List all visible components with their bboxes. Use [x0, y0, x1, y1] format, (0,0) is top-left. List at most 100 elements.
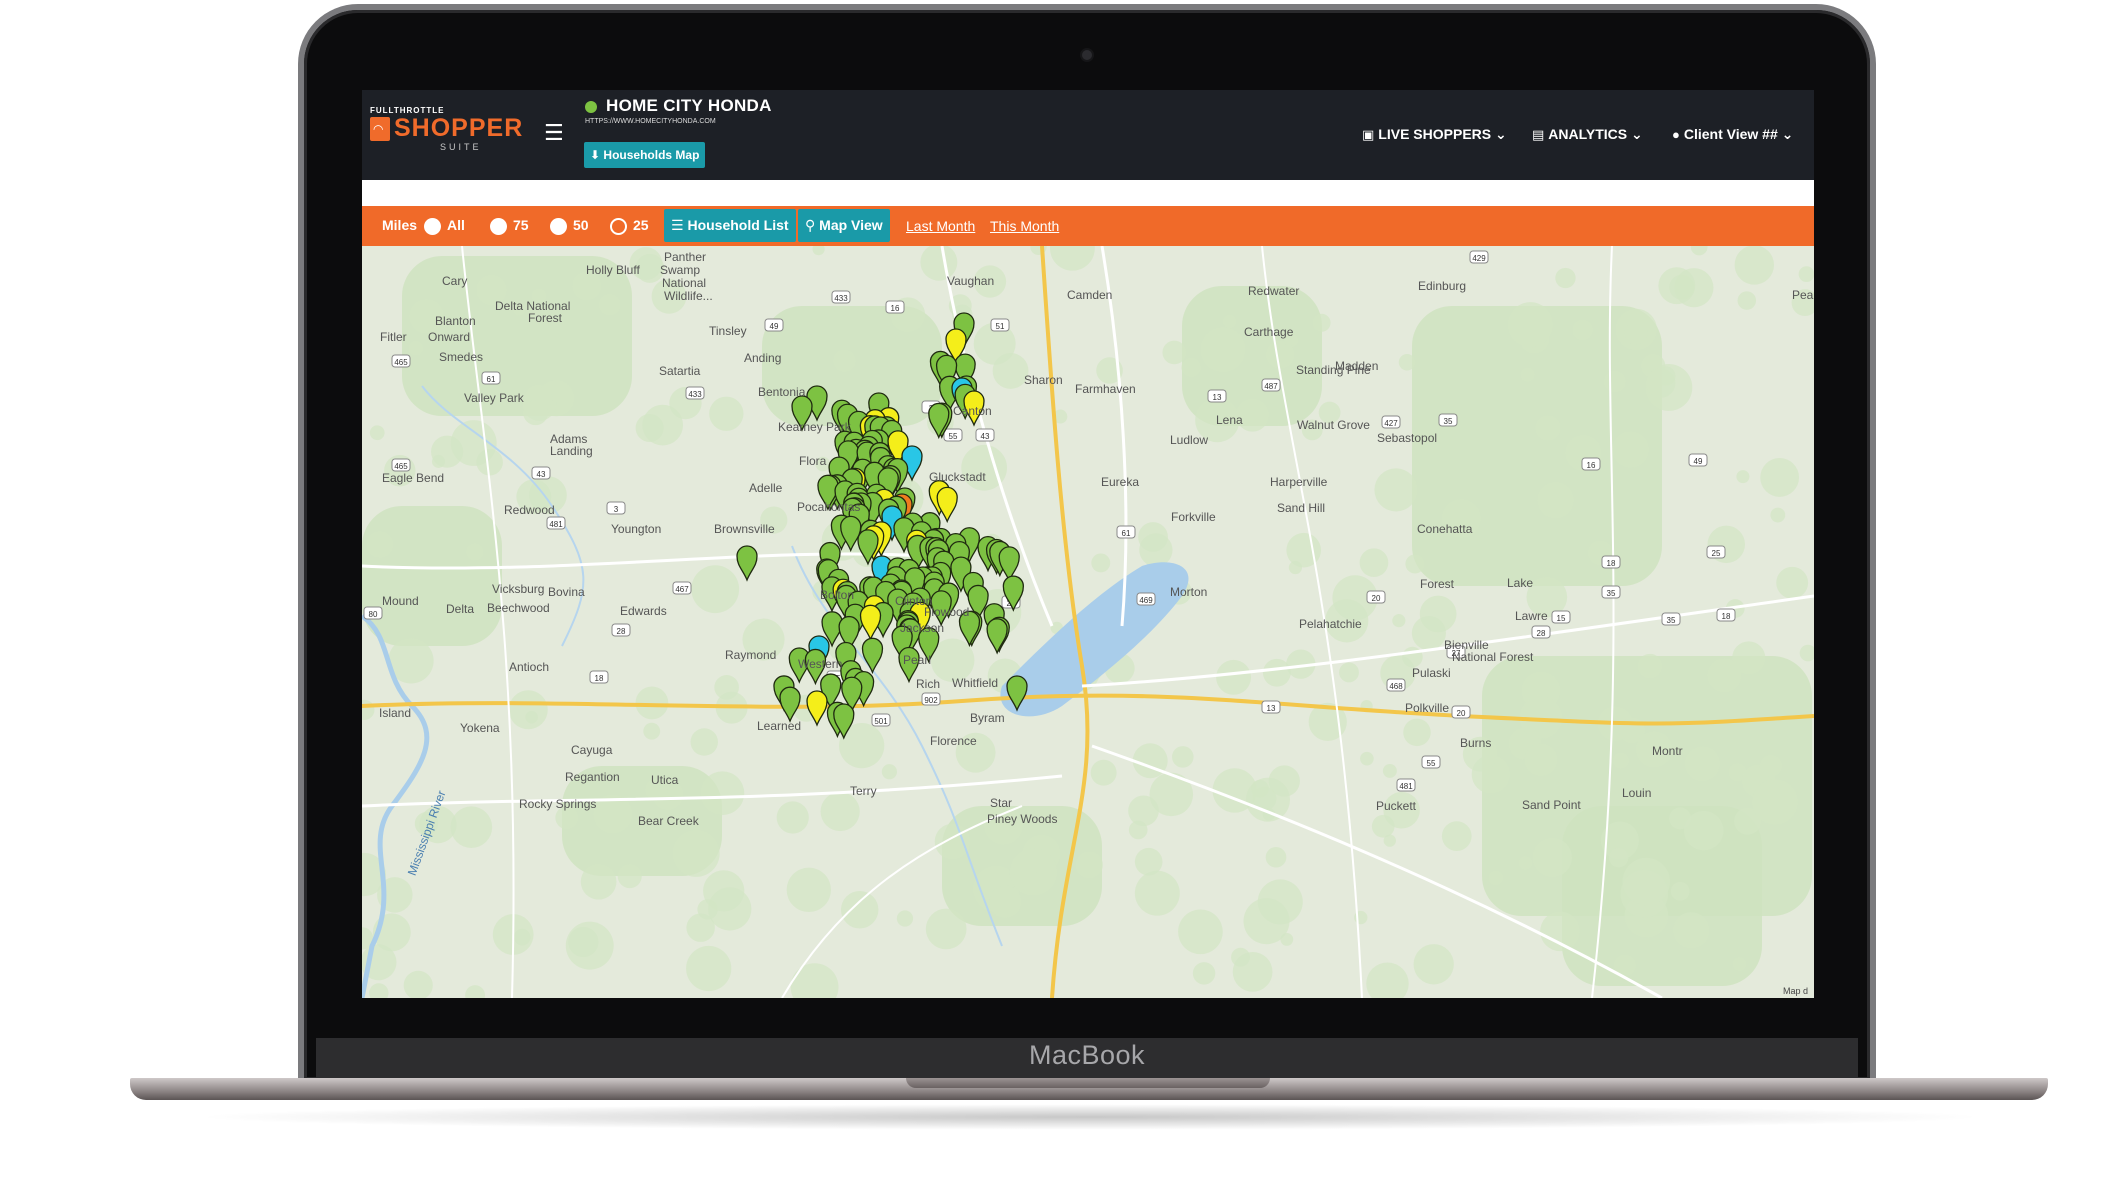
map-place-label: Byram	[970, 711, 1005, 725]
map-view-button[interactable]: ⚲ Map View	[798, 209, 890, 242]
radio-icon	[550, 217, 567, 235]
map-place-label: Wildlife...	[664, 289, 713, 303]
radio-25[interactable]: 25	[610, 217, 649, 235]
map-marker-icon: ⚲	[805, 217, 816, 233]
forest-patch	[1139, 533, 1173, 567]
households-map-button[interactable]: ⬇ Households Map	[584, 142, 706, 168]
map-place-label: Onward	[428, 330, 471, 344]
forest-patch	[1134, 870, 1180, 916]
map-place-label: Sand Point	[1522, 798, 1581, 812]
map-place-label: Valley Park	[464, 391, 524, 405]
forest-patch	[776, 801, 809, 834]
radio-75[interactable]: 75	[490, 217, 529, 235]
nav-analytics[interactable]: ▤ ANALYTICS ⌄	[1532, 126, 1643, 143]
highway-number: 501	[874, 717, 888, 726]
forest-patch	[1507, 302, 1553, 348]
map-place-label: Forkville	[1171, 510, 1216, 524]
forest-patch	[1684, 746, 1721, 782]
map-place-label: Vaughan	[947, 274, 995, 288]
map-place-label: Bovina	[548, 585, 585, 599]
forest-patch	[1265, 846, 1287, 868]
nav-live-shoppers[interactable]: ▣ LIVE SHOPPERS ⌄	[1362, 126, 1507, 143]
highway-number: 20	[1372, 594, 1381, 603]
highway-number: 481	[1399, 782, 1413, 791]
highway-number: 55	[949, 432, 958, 441]
map-place-label: Youngton	[611, 522, 662, 536]
nav-client-view[interactable]: ● Client View ## ⌄	[1672, 126, 1793, 143]
forest-patch	[1200, 327, 1246, 373]
radio-icon	[610, 217, 627, 235]
forest-patch	[1178, 909, 1223, 955]
highway-number: 18	[1607, 559, 1616, 568]
forest-patch	[1524, 743, 1558, 777]
map-place-label: Morton	[1170, 585, 1208, 599]
map-place-label: Pocahontas	[797, 500, 861, 514]
forest-patch	[1672, 912, 1710, 949]
household-list-button[interactable]: ☰ Household List	[664, 209, 796, 242]
forest-patch	[1171, 746, 1194, 768]
forest-patch	[1090, 759, 1117, 786]
map-place-label: Flora	[799, 454, 827, 468]
radio-all[interactable]: All	[424, 217, 465, 235]
map-place-label: Pelahatchie	[1299, 617, 1362, 631]
highway-number: 25	[1712, 549, 1721, 558]
forest-patch	[925, 908, 967, 950]
this-month-link[interactable]: This Month	[990, 218, 1059, 234]
signal-icon: ◠	[373, 122, 384, 136]
forest-patch	[1286, 532, 1322, 568]
laptop-notch	[906, 1078, 1270, 1088]
forest-patch	[1383, 834, 1396, 847]
forest-patch	[690, 728, 718, 756]
laptop-shadow	[190, 1104, 1990, 1130]
forest-patch	[1612, 431, 1649, 468]
app-logo[interactable]: FULLTHROTTLE ◠ SHOPPER SUITE	[370, 106, 530, 154]
map-place-label: Bolton	[820, 588, 855, 602]
map-place-label: Lena	[1216, 413, 1243, 427]
chevron-down-icon: ⌄	[1631, 126, 1643, 142]
map-place-label: Eagle Bend	[382, 471, 445, 485]
highway-number: 433	[834, 294, 848, 303]
map-place-label: Forest	[1420, 577, 1455, 591]
map-place-label: Pearl	[903, 653, 932, 667]
highway-number: 49	[770, 322, 779, 331]
map-place-label: Whitfield	[952, 676, 999, 690]
forest-patch	[1532, 837, 1572, 878]
forest-patch	[523, 400, 549, 426]
forest-patch	[1537, 481, 1574, 519]
forest-patch	[672, 829, 720, 877]
highway-number: 481	[549, 520, 563, 529]
forest-patch	[1683, 810, 1724, 851]
map-place-label: Island	[379, 706, 412, 720]
forest-patch	[1518, 856, 1533, 870]
forest-patch	[833, 349, 856, 373]
households-map[interactable]: 4331642949514656143335543134873542716346…	[362, 246, 1814, 998]
forest-patch	[1181, 357, 1201, 378]
highway-number: 16	[891, 304, 900, 313]
last-month-link[interactable]: Last Month	[906, 218, 975, 234]
dealer-url[interactable]: HTTPS://WWW.HOMECITYHONDA.COM	[585, 118, 716, 125]
hamburger-menu-icon[interactable]: ☰	[544, 120, 564, 146]
map-place-label: Polkville	[1405, 701, 1450, 715]
download-icon: ⬇	[590, 148, 601, 162]
map-place-label: Swamp	[660, 263, 701, 277]
highway-number: 55	[1427, 759, 1436, 768]
highway-number: 465	[394, 358, 408, 367]
forest-patch	[1622, 857, 1671, 906]
forest-patch	[1441, 821, 1472, 851]
highway-number: 35	[1667, 616, 1676, 625]
map-place-label: Rich	[916, 677, 941, 691]
forest-patch	[1128, 820, 1148, 840]
forest-patch	[408, 340, 424, 356]
forest-patch	[709, 396, 744, 431]
highway-number: 43	[981, 432, 990, 441]
map-place-label: Adelle	[749, 481, 783, 495]
map-place-label: Lawre	[1515, 609, 1548, 623]
bar-chart-icon: ▤	[1532, 127, 1545, 142]
forest-patch	[476, 448, 503, 476]
map-place-label: Smedes	[439, 350, 484, 364]
forest-patch	[1760, 458, 1800, 497]
forest-patch	[1608, 847, 1629, 868]
forest-patch	[1411, 616, 1446, 651]
radio-50[interactable]: 50	[550, 217, 589, 235]
status-dot	[585, 101, 597, 113]
